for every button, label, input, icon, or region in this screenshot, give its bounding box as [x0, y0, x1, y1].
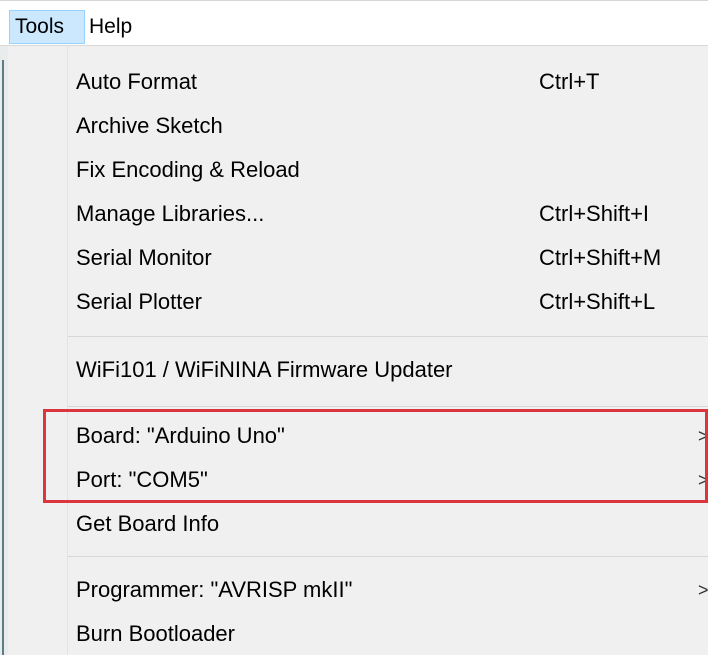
- menu-item-label: Board: "Arduino Uno": [76, 423, 285, 448]
- menu-item-firmware-updater[interactable]: WiFi101 / WiFiNINA Firmware Updater: [8, 348, 708, 392]
- editor-edge: [0, 46, 8, 655]
- menu-item-label: WiFi101 / WiFiNINA Firmware Updater: [76, 357, 453, 382]
- menu-item-shortcut: Ctrl+T: [539, 69, 600, 94]
- menubar-help[interactable]: Help: [89, 10, 159, 44]
- menu-item-label: Programmer: "AVRISP mkII": [76, 577, 353, 602]
- menu-item-label: Auto Format: [76, 69, 198, 94]
- menu-item-board[interactable]: Board: "Arduino Uno" >: [8, 414, 708, 458]
- menu-item-label: Burn Bootloader: [76, 621, 235, 646]
- menu-item-port[interactable]: Port: "COM5" >: [8, 458, 708, 502]
- menu-separator: [68, 336, 708, 337]
- menu-item-label: Get Board Info: [76, 511, 220, 536]
- menu-item-fix-encoding-reload[interactable]: Fix Encoding & Reload: [8, 148, 708, 192]
- menu-item-label: Serial Plotter: [76, 289, 202, 314]
- menu-item-get-board-info[interactable]: Get Board Info: [8, 502, 708, 546]
- menu-item-label: Archive Sketch: [76, 113, 223, 138]
- chevron-right-icon: >: [698, 426, 708, 446]
- menu-item-label: Manage Libraries...: [76, 201, 265, 226]
- menu-bar: Tools Help: [0, 0, 708, 46]
- menu-item-manage-libraries[interactable]: Manage Libraries... Ctrl+Shift+I: [8, 192, 708, 236]
- menu-item-shortcut: Ctrl+Shift+L: [539, 289, 656, 314]
- menu-item-serial-plotter[interactable]: Serial Plotter Ctrl+Shift+L: [8, 280, 708, 324]
- tools-dropdown-menu: Auto Format Ctrl+T Archive Sketch Fix En…: [8, 46, 708, 655]
- chevron-right-icon: >: [698, 470, 708, 490]
- menubar-tools[interactable]: Tools: [9, 10, 85, 44]
- menu-item-shortcut: Ctrl+Shift+I: [539, 201, 650, 226]
- menu-item-label: Fix Encoding & Reload: [76, 157, 300, 182]
- menu-item-archive-sketch[interactable]: Archive Sketch: [8, 104, 708, 148]
- menu-item-shortcut: Ctrl+Shift+M: [539, 245, 662, 270]
- menu-item-serial-monitor[interactable]: Serial Monitor Ctrl+Shift+M: [8, 236, 708, 280]
- menu-item-label: Serial Monitor: [76, 245, 212, 270]
- chevron-right-icon: >: [698, 580, 708, 600]
- menu-item-programmer[interactable]: Programmer: "AVRISP mkII" >: [8, 568, 708, 612]
- menu-item-label: Port: "COM5": [76, 467, 208, 492]
- menu-item-auto-format[interactable]: Auto Format Ctrl+T: [8, 60, 708, 104]
- menu-item-burn-bootloader[interactable]: Burn Bootloader: [8, 612, 708, 656]
- menu-separator: [68, 406, 708, 407]
- menu-separator: [68, 556, 708, 557]
